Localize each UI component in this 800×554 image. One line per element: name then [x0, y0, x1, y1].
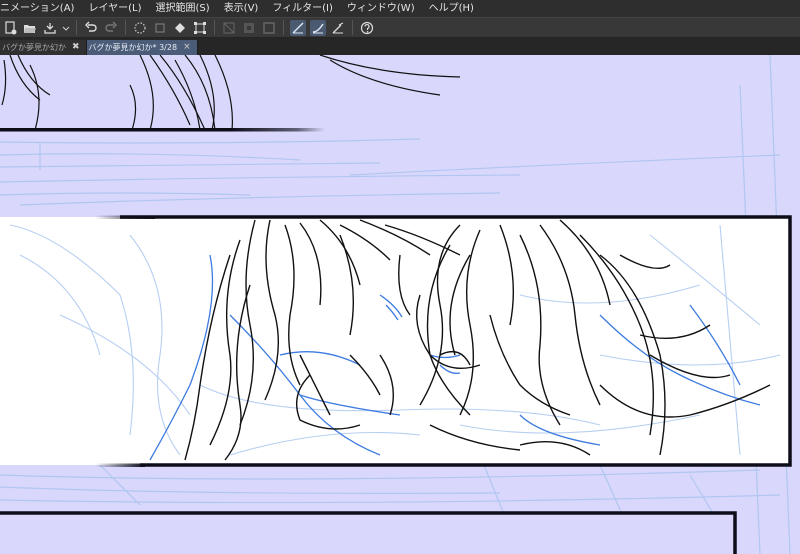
menu-bar: ニメーション(A) レイヤー(L) 選択範囲(S) 表示(V) フィルター(I)…	[0, 0, 800, 17]
drawing-canvas[interactable]	[0, 55, 800, 554]
close-icon[interactable]: ×	[183, 40, 191, 55]
transform-icon[interactable]	[192, 20, 208, 36]
undo-icon[interactable]	[83, 20, 99, 36]
snap-special-ruler-icon[interactable]	[310, 19, 326, 36]
menu-animation[interactable]: ニメーション(A)	[0, 0, 82, 17]
deselect-icon[interactable]	[221, 20, 237, 36]
toolbar-separator	[76, 20, 77, 35]
canvas-tab[interactable]: バグか夢見か幻か ✖	[0, 40, 87, 55]
main-panel	[0, 217, 790, 465]
new-canvas-icon[interactable]	[2, 20, 18, 36]
snap-ruler-icon[interactable]	[290, 19, 306, 36]
toolbar-separator	[214, 20, 215, 35]
tab-label: バグか夢見か幻か	[2, 43, 66, 52]
menu-help[interactable]: ヘルプ(H)	[423, 0, 482, 17]
clear-icon[interactable]	[152, 20, 168, 36]
save-icon[interactable]	[42, 20, 58, 36]
main-panel-bottom-fade	[95, 463, 145, 467]
help-icon[interactable]	[359, 20, 375, 36]
canvas-tab-bar: バグか夢見か幻か ✖ バグか夢見か幻か* 3/28 ×	[0, 38, 800, 55]
top-panel-border-fade	[230, 128, 325, 132]
invert-selection-icon[interactable]	[241, 20, 257, 36]
toolbar-separator	[352, 20, 353, 35]
command-bar	[0, 17, 800, 38]
artwork	[0, 55, 792, 554]
selection-border-icon[interactable]	[261, 20, 277, 36]
dropdown-icon[interactable]	[62, 20, 70, 36]
toolbar-separator	[125, 20, 126, 35]
main-panel-top-fade	[95, 215, 155, 219]
top-panel-border	[0, 128, 230, 132]
open-file-icon[interactable]	[22, 20, 38, 36]
bottom-panel	[0, 511, 737, 554]
redo-icon[interactable]	[103, 20, 119, 36]
fill-icon[interactable]	[172, 20, 188, 36]
close-icon[interactable]: ✖	[72, 40, 80, 55]
top-panel-lineart	[1, 55, 461, 131]
canvas-tab-active[interactable]: バグか夢見か幻か* 3/28 ×	[86, 40, 198, 55]
menu-filter[interactable]: フィルター(I)	[266, 0, 341, 17]
tab-label: バグか夢見か幻か* 3/28	[88, 43, 178, 52]
menu-window[interactable]: ウィンドウ(W)	[341, 0, 423, 17]
loading-spinner-icon[interactable]	[132, 20, 148, 36]
menu-layer[interactable]: レイヤー(L)	[82, 0, 149, 17]
toolbar-separator	[283, 20, 284, 35]
menu-view[interactable]: 表示(V)	[218, 0, 267, 17]
menu-selection[interactable]: 選択範囲(S)	[150, 0, 218, 17]
snap-grid-icon[interactable]	[330, 20, 346, 36]
